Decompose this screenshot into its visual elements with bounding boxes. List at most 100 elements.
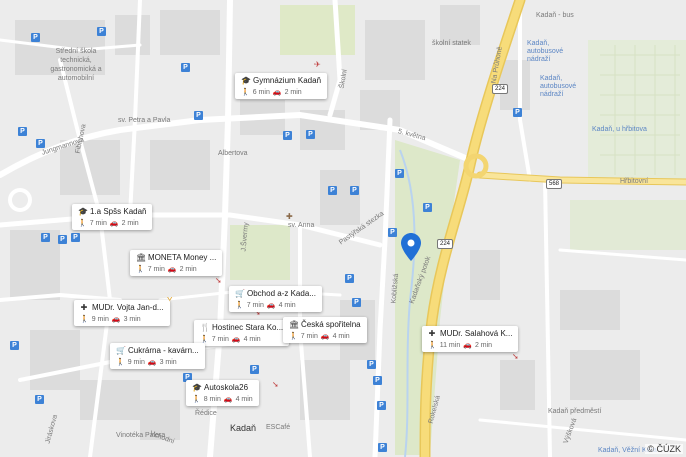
place-name: Gymnázium Kadaň	[253, 76, 322, 85]
place-card-autoskola[interactable]: 🎓 Autoskola26 🚶 8 min 🚗 4 min	[186, 380, 259, 406]
place-card-sporitelna[interactable]: 🏛 Česká spořitelna 🚶 7 min 🚗 4 min	[283, 317, 367, 343]
drive-time: 4 min	[243, 335, 261, 343]
parking-icon[interactable]: P	[345, 274, 354, 283]
poi-icon[interactable]: ✈	[314, 60, 321, 69]
area-label-skola: Střední škola technická, gastronomická a…	[50, 48, 102, 82]
poi-icon[interactable]: ➘	[272, 380, 279, 389]
restaurant-icon: 🍴	[200, 322, 210, 332]
parking-icon[interactable]: P	[423, 203, 432, 212]
walk-time: 7 min	[89, 219, 107, 227]
drive-time: 4 min	[332, 332, 350, 340]
parking-icon[interactable]: P	[97, 27, 106, 36]
walk-time: 7 min	[246, 301, 264, 309]
car-icon: 🚗	[320, 333, 330, 340]
car-icon: 🚗	[266, 302, 276, 309]
area-label-skolni-statek: školní statek	[432, 40, 471, 47]
car-icon: 🚗	[109, 220, 119, 227]
parking-icon[interactable]: P	[373, 376, 382, 385]
walk-time: 9 min	[127, 358, 145, 366]
area-label-kadan-bus: Kadaň - bus	[536, 12, 574, 19]
area-label-albertova: Albertova	[218, 150, 248, 157]
parking-icon[interactable]: P	[377, 401, 386, 410]
place-card-gymnazium[interactable]: 🎓 Gymnázium Kadaň 🚶 6 min 🚗 2 min	[235, 73, 328, 99]
area-label-escafe: ESCafé	[266, 424, 291, 431]
parking-icon[interactable]: P	[283, 131, 292, 140]
walk-time: 11 min	[439, 341, 461, 349]
walk-time: 7 min	[147, 265, 165, 273]
walk-icon: 🚶	[192, 396, 201, 403]
car-icon: 🚗	[272, 89, 282, 96]
poi-icon[interactable]: ➘	[215, 276, 222, 285]
parking-icon[interactable]: P	[378, 443, 387, 452]
place-card-hostinec[interactable]: 🍴 Hostinec Stara Ko... 🚶 7 min 🚗 4 min	[194, 320, 290, 346]
bank-icon: 🏛	[136, 252, 147, 262]
place-card-spss[interactable]: 🎓 1.a Spšs Kadaň 🚶 7 min 🚗 2 min	[72, 204, 153, 230]
area-label-vinoteka: Vinotéka Palera	[116, 432, 166, 439]
map-attribution: © ČÚZK	[645, 444, 683, 454]
area-label-sv-petra: sv. Petra a Pavla	[118, 117, 171, 124]
road-shield-568: 568	[546, 179, 563, 189]
area-label-autobusove-nadrazi-2: Kadaň, autobusové nádraží	[540, 75, 577, 98]
car-icon: 🚗	[463, 342, 472, 349]
drive-time: 4 min	[235, 395, 253, 403]
parking-icon[interactable]: P	[36, 139, 45, 148]
place-name: Hostinec Stara Ko...	[212, 323, 284, 332]
parking-icon[interactable]: P	[388, 228, 397, 237]
parking-icon[interactable]: P	[58, 235, 67, 244]
place-name: Cukrárna - kavárn...	[128, 346, 199, 355]
parking-icon[interactable]: P	[35, 395, 44, 404]
walk-time: 8 min	[203, 395, 221, 403]
location-pin-icon[interactable]	[401, 233, 421, 261]
school-icon: 🎓	[241, 75, 251, 85]
parking-icon[interactable]: P	[18, 127, 27, 136]
drive-time: 2 min	[179, 265, 197, 273]
parking-icon[interactable]: P	[181, 63, 190, 72]
area-label-sv-anna: sv. Anna	[288, 222, 315, 229]
place-card-cukrarna[interactable]: 🛒 Cukrárna - kavárn... 🚶 9 min 🚗 3 min	[110, 343, 205, 369]
parking-icon[interactable]: P	[250, 365, 259, 374]
area-label-autobusove-nadrazi: Kadaň, autobusové nádraží	[527, 40, 564, 63]
place-name: Obchod a-z Kada...	[247, 289, 316, 298]
car-icon: 🚗	[223, 396, 233, 403]
parking-icon[interactable]: P	[367, 360, 376, 369]
bank-icon: 🏛	[289, 319, 300, 329]
place-name: 1.a Spšs Kadaň	[90, 207, 147, 216]
parking-icon[interactable]: P	[350, 186, 359, 195]
parking-icon[interactable]: P	[513, 108, 522, 117]
drive-time: 2 min	[474, 341, 493, 349]
walk-time: 6 min	[252, 88, 270, 96]
map-canvas[interactable]: 224 224 568 Jungmannova Na Průhoně 5. kv…	[0, 0, 686, 457]
parking-icon[interactable]: P	[395, 169, 404, 178]
walk-time: 9 min	[91, 315, 109, 323]
parking-icon[interactable]: P	[10, 341, 19, 350]
road-shield-224: 224	[492, 84, 509, 94]
walk-icon: 🚶	[289, 333, 298, 340]
drive-time: 2 min	[284, 88, 302, 96]
parking-icon[interactable]: P	[328, 186, 337, 195]
shop-icon: 🛒	[235, 288, 245, 298]
place-card-moneta[interactable]: 🏛 MONETA Money ... 🚶 7 min 🚗 2 min	[130, 250, 223, 276]
poi-icon[interactable]: ➘	[512, 352, 519, 361]
drive-time: 2 min	[121, 219, 139, 227]
parking-icon[interactable]: P	[352, 298, 361, 307]
walk-icon: 🚶	[80, 316, 89, 323]
walk-icon: 🚶	[116, 359, 125, 366]
parking-icon[interactable]: P	[41, 233, 50, 242]
medical-icon: ✚	[428, 328, 436, 338]
parking-icon[interactable]: P	[306, 130, 315, 139]
church-icon[interactable]: ✚	[286, 212, 293, 221]
area-label-u-hrbitova: Kadaň, u hřbitova	[592, 126, 647, 133]
place-card-salahova[interactable]: ✚ MUDr. Salahová K... 🚶 11 min 🚗 2 min	[422, 326, 519, 352]
parking-icon[interactable]: P	[194, 111, 203, 120]
walk-icon: 🚶	[78, 220, 87, 227]
place-card-vojta[interactable]: ✚ MUDr. Vojta Jan-d... 🚶 9 min 🚗 3 min	[74, 300, 170, 326]
place-name: Česká spořitelna	[301, 320, 361, 329]
parking-icon[interactable]: P	[71, 233, 80, 242]
drive-time: 3 min	[123, 315, 141, 323]
car-icon: 🚗	[111, 316, 121, 323]
place-name: MUDr. Vojta Jan-d...	[92, 303, 164, 312]
parking-icon[interactable]: P	[31, 33, 40, 42]
place-card-obchod[interactable]: 🛒 Obchod a-z Kada... 🚶 7 min 🚗 4 min	[229, 286, 322, 312]
car-icon: 🚗	[231, 336, 241, 343]
walk-time: 7 min	[300, 332, 318, 340]
